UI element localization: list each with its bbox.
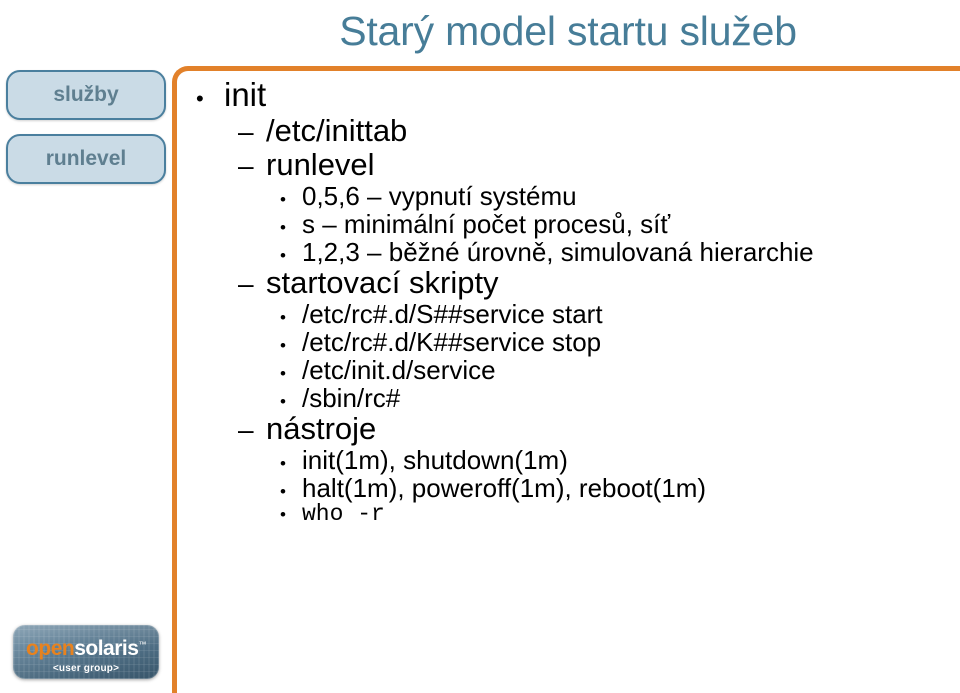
logo-solaris-text: solaris	[74, 637, 139, 660]
list-item: • /sbin/rc#	[280, 385, 960, 411]
dash-marker-icon: –	[238, 116, 254, 147]
list-item: • /etc/init.d/service	[280, 357, 960, 383]
list-item: – nástroje	[238, 413, 960, 444]
trademark-icon: ™	[138, 640, 146, 649]
list-item: • s – minimální počet procesů, síť	[280, 211, 960, 237]
list-item-label: startovací skripty	[266, 265, 499, 300]
page-title: Starý model startu služeb	[339, 7, 797, 54]
list-item-label: s – minimální počet procesů, síť	[302, 209, 671, 239]
list-item-label: 0,5,6 – vypnutí systému	[302, 181, 577, 211]
sidebar-item-sluzby[interactable]: služby	[6, 70, 166, 120]
dash-marker-icon: –	[238, 268, 254, 299]
list-item: • init	[196, 78, 960, 111]
list-item: • /etc/rc#.d/S##service start	[280, 301, 960, 327]
dash-marker-icon: –	[238, 414, 254, 445]
logo-wordmark: opensolaris™	[13, 638, 159, 659]
sidebar-item-label: služby	[53, 83, 119, 106]
bullet-marker-icon: •	[280, 454, 286, 473]
list-item: • 0,5,6 – vypnutí systému	[280, 183, 960, 209]
list-item-label: init	[224, 76, 267, 113]
list-item-label: /etc/inittab	[266, 113, 408, 148]
logo-usergroup-text: <user group>	[52, 663, 120, 674]
bullet-marker-icon: •	[280, 364, 286, 383]
bullet-marker-icon: •	[280, 218, 286, 237]
opensolaris-user-group-logo[interactable]: opensolaris™ <user group>	[13, 625, 159, 679]
list-item: • /etc/rc#.d/K##service stop	[280, 329, 960, 355]
sidebar-item-runlevel[interactable]: runlevel	[6, 134, 166, 184]
list-item: – runlevel	[238, 149, 960, 180]
logo-open-text: open	[26, 637, 75, 660]
dash-marker-icon: –	[238, 150, 254, 181]
sidebar-item-label: runlevel	[45, 147, 127, 170]
bullet-marker-icon: •	[280, 482, 286, 501]
list-item-label: nástroje	[266, 411, 377, 446]
list-item-label: 1,2,3 – běžné úrovně, simulovaná hierarc…	[302, 237, 814, 267]
bullet-marker-icon: •	[280, 336, 286, 355]
bullet-marker-icon: •	[280, 392, 286, 411]
list-item: – startovací skripty	[238, 267, 960, 298]
list-item-label: /etc/rc#.d/K##service stop	[302, 327, 602, 357]
list-item-label: init(1m), shutdown(1m)	[302, 445, 568, 475]
bullet-marker-icon: •	[280, 505, 286, 524]
list-item-label: who -r	[302, 501, 385, 527]
bullet-marker-icon: •	[280, 190, 286, 209]
bullet-marker-icon: •	[280, 246, 286, 265]
list-item-label: runlevel	[266, 147, 375, 182]
bullet-list: • init – /etc/inittab – runlevel • 0,5,6…	[196, 78, 960, 528]
title-underline-rule	[205, 66, 960, 71]
list-item-label: halt(1m), poweroff(1m), reboot(1m)	[302, 473, 707, 503]
list-item: • init(1m), shutdown(1m)	[280, 447, 960, 473]
bullet-marker-icon: •	[196, 86, 204, 111]
list-item: – /etc/inittab	[238, 115, 960, 146]
list-item: • halt(1m), poweroff(1m), reboot(1m)	[280, 475, 960, 501]
list-item-label: /etc/init.d/service	[302, 355, 496, 385]
list-item-label: /sbin/rc#	[302, 383, 401, 413]
sidebar: služby runlevel	[6, 70, 166, 198]
list-item: • who -r	[280, 503, 960, 526]
bullet-marker-icon: •	[280, 308, 286, 327]
list-item: • 1,2,3 – běžné úrovně, simulovaná hiera…	[280, 239, 960, 265]
list-item-label: /etc/rc#.d/S##service start	[302, 299, 603, 329]
